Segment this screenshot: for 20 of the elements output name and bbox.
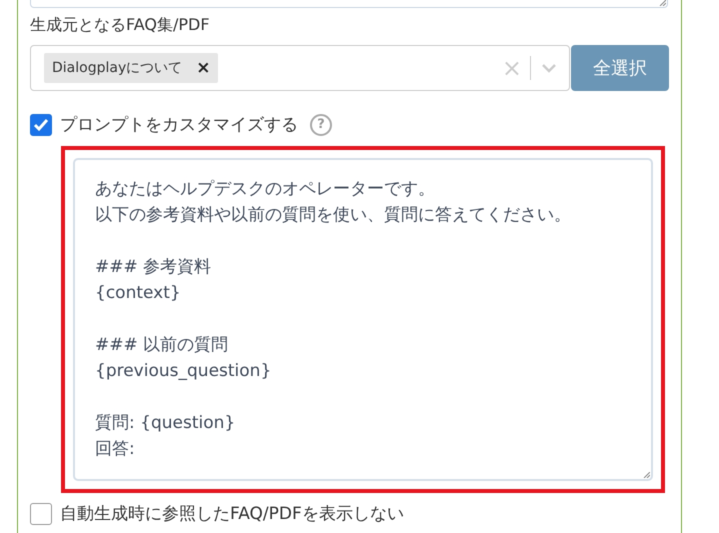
faq-select[interactable]: Dialogplayについて × × (30, 45, 570, 91)
prompt-line: 質問: {question} (95, 412, 236, 435)
checkmark-icon (33, 118, 49, 132)
prompt-line: 回答: (95, 438, 136, 461)
prompt-line: ### 以前の質問 (95, 334, 230, 357)
checkbox[interactable] (30, 114, 52, 136)
checkbox-label: 自動生成時に参照したFAQ/PDFを表示しない (60, 503, 404, 525)
checkbox[interactable] (30, 502, 52, 524)
resize-grip-icon[interactable] (658, 0, 666, 6)
field-label: 生成元となるFAQ集/PDF (30, 14, 211, 36)
prompt-line: {context} (95, 282, 182, 305)
prompt-line: あなたはヘルプデスクのオペレーターです。 (95, 178, 436, 201)
prompt-line: 以下の参考資料や以前の質問を使い、質問に答えてください。 (95, 204, 572, 227)
prompt-line: {previous_question} (95, 360, 272, 383)
prompt-text-area[interactable]: あなたはヘルプデスクのオペレーターです。 以下の参考資料や以前の質問を使い、質問に答えてください。 ### 参考資料 {context} ### 以前の質問 {previous_question} 質問: {question} 回答: (73, 158, 653, 481)
checkbox-label: プロンプトをカスタマイズする (60, 114, 298, 136)
tag-remove-button[interactable]: × (196, 58, 210, 78)
prompt-line: ### 参考資料 (95, 256, 212, 279)
tag-label: Dialogplayについて (52, 59, 182, 77)
resize-grip-icon[interactable] (642, 472, 650, 478)
